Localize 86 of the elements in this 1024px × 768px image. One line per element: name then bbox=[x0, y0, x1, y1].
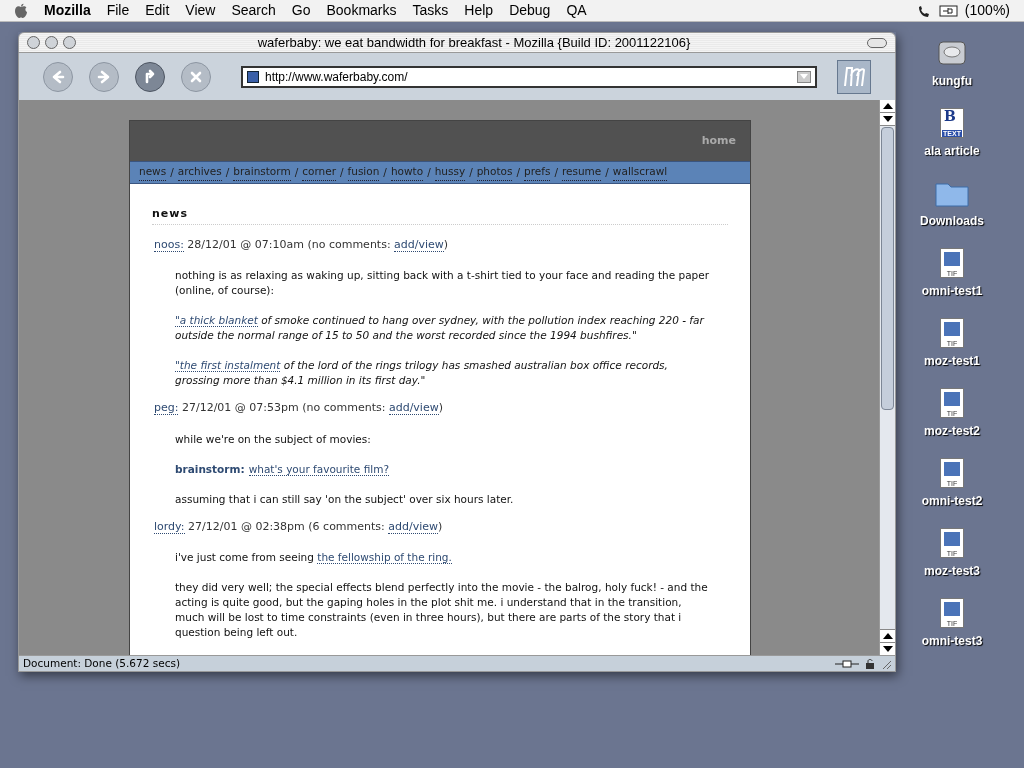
desktop-icon-label[interactable]: moz-test1 bbox=[924, 352, 980, 370]
text-link[interactable]: "the first instalment bbox=[175, 359, 281, 372]
nav-link[interactable]: brainstorm bbox=[233, 164, 291, 181]
battery-percentage: (100%) bbox=[964, 1, 1010, 20]
connection-icon[interactable] bbox=[835, 658, 859, 669]
nav-link[interactable]: news bbox=[139, 164, 167, 181]
post-meta: lordy: 27/12/01 @ 02:38pm (6 comments: add/view) bbox=[154, 518, 444, 535]
scroll-thumb[interactable] bbox=[881, 127, 894, 410]
text-link[interactable]: peg: bbox=[154, 401, 179, 415]
text-link[interactable]: noos: bbox=[154, 237, 184, 252]
window-control[interactable] bbox=[27, 36, 40, 49]
nav-link[interactable]: hussy bbox=[434, 164, 466, 181]
menu-item[interactable]: File bbox=[106, 0, 130, 21]
status-text: Document: Done (5.672 secs) bbox=[23, 655, 181, 671]
post-paragraph: i've just come from seeing the fellowship of the ring. bbox=[175, 550, 453, 565]
throbber-logo-icon[interactable] bbox=[837, 59, 871, 94]
url-text: http://www.waferbaby.com/ bbox=[265, 68, 409, 86]
app-menu[interactable]: Mozilla bbox=[44, 0, 91, 21]
quote-paragraph: "the first instalment of the lord of the rings trilogy has smashed australian box office records, grossing more than $4.1 million in its first day." bbox=[175, 358, 669, 388]
nav-link[interactable]: howto bbox=[390, 164, 424, 181]
text-link[interactable]: "a thick blanket bbox=[175, 314, 258, 327]
menu-item[interactable]: Bookmarks bbox=[326, 0, 397, 21]
desktop-icon-label[interactable]: kungfu bbox=[932, 72, 972, 90]
text-link[interactable]: the fellowship of the ring. bbox=[317, 551, 452, 564]
menu-item[interactable]: QA bbox=[566, 0, 587, 21]
desktop-icon-label[interactable]: moz-test3 bbox=[924, 562, 980, 580]
nav-link[interactable]: corner bbox=[302, 164, 336, 181]
resize-grip-icon[interactable] bbox=[881, 658, 891, 669]
post-paragraph: brainstorm: what's your favourite film? bbox=[175, 461, 390, 477]
text-link[interactable]: add/view bbox=[388, 519, 439, 534]
post-paragraph: nothing is as relaxing as waking up, sitting back with a t-shirt tied to your face and reading the paper (online, of course): bbox=[175, 268, 710, 298]
padlock-icon[interactable] bbox=[865, 657, 877, 670]
separator: / bbox=[605, 164, 609, 180]
menu-item[interactable]: Debug bbox=[509, 0, 551, 21]
menu-item[interactable]: Help bbox=[464, 0, 494, 21]
menu-item[interactable]: Edit bbox=[145, 0, 170, 21]
separator: / bbox=[554, 164, 558, 180]
window-control[interactable] bbox=[45, 36, 58, 49]
nav-link[interactable]: prefs bbox=[524, 164, 551, 181]
apple-icon[interactable] bbox=[14, 2, 28, 19]
text-link[interactable]: add/view bbox=[388, 401, 439, 415]
battery-icon[interactable] bbox=[938, 4, 959, 17]
post-paragraph: they did very well; the special effects blend perfectly into the movie - the balrog, holy fuck! - and the acting is quite good, but the gaping holes in the plot shit me. i understand that in the transition, much will be lost to time constraints (even in three hours), but there are parts of the story that i question being left out. bbox=[175, 580, 709, 640]
desktop-icon-label[interactable]: moz-test2 bbox=[924, 422, 980, 440]
separator: / bbox=[469, 164, 473, 180]
post-meta: peg: 27/12/01 @ 07:53pm (no comments: add/view) bbox=[154, 400, 444, 417]
text-link[interactable]: add/view bbox=[394, 237, 444, 252]
post-meta: noos: 28/12/01 @ 07:10am (no comments: add/view) bbox=[154, 236, 450, 253]
nav-link[interactable]: wallscrawl bbox=[612, 164, 668, 181]
menu-item[interactable]: Tasks bbox=[412, 0, 449, 21]
dropdown-icon[interactable] bbox=[797, 70, 811, 83]
window-title: waferbaby: we eat bandwidth for breakfast - Mozilla {Build ID: 2001122106} bbox=[256, 33, 692, 52]
nav-link[interactable]: archives bbox=[177, 164, 222, 181]
menu-item[interactable]: Go bbox=[291, 0, 311, 21]
separator: / bbox=[170, 164, 174, 180]
scroll-down-icon[interactable] bbox=[880, 642, 895, 655]
nav-link[interactable]: fusion bbox=[347, 164, 380, 181]
separator: / bbox=[225, 164, 230, 180]
scroll-up-icon[interactable] bbox=[880, 100, 895, 113]
separator: / bbox=[383, 164, 387, 180]
quote-paragraph: "a thick blanket of smoke continued to hang over sydney, with the pollution index reaching 220 - far outside the normal range of 15 to 50 and the worst recorded since the 1994 bushfires." bbox=[175, 313, 706, 343]
menu-item[interactable]: Search bbox=[231, 0, 276, 21]
desktop-icon-label[interactable]: omni-test1 bbox=[921, 282, 983, 300]
url-field[interactable]: http://www.waferbaby.com/ bbox=[241, 65, 817, 88]
desktop-icon-label[interactable]: omni-test2 bbox=[921, 492, 983, 510]
scroll-down-icon[interactable] bbox=[880, 113, 895, 126]
section-heading: news bbox=[152, 206, 728, 225]
nav-link[interactable]: resume bbox=[561, 164, 602, 181]
scroll-up-icon[interactable] bbox=[880, 629, 895, 642]
window-pill-button[interactable] bbox=[867, 37, 887, 48]
separator: / bbox=[294, 164, 299, 180]
menu-item[interactable]: View bbox=[185, 0, 216, 21]
scrollbar[interactable] bbox=[879, 100, 895, 655]
separator: / bbox=[427, 164, 431, 180]
desktop-icon-label[interactable]: omni-test3 bbox=[921, 632, 983, 650]
nav-link[interactable]: photos bbox=[476, 164, 513, 181]
separator: / bbox=[340, 164, 344, 180]
post-paragraph: while we're on the subject of movies: bbox=[175, 431, 372, 447]
window-control[interactable] bbox=[63, 36, 76, 49]
site-icon bbox=[247, 70, 259, 83]
desktop-icon-label[interactable]: Downloads bbox=[920, 212, 984, 230]
desktop-icon-label[interactable]: ala article bbox=[924, 142, 980, 160]
separator: / bbox=[516, 164, 520, 180]
post-paragraph: assuming that i can still say 'on the subject' over six hours later. bbox=[175, 491, 515, 507]
text-link[interactable]: what's your favourite film? bbox=[248, 462, 389, 476]
text-link[interactable]: lordy: bbox=[154, 519, 185, 534]
